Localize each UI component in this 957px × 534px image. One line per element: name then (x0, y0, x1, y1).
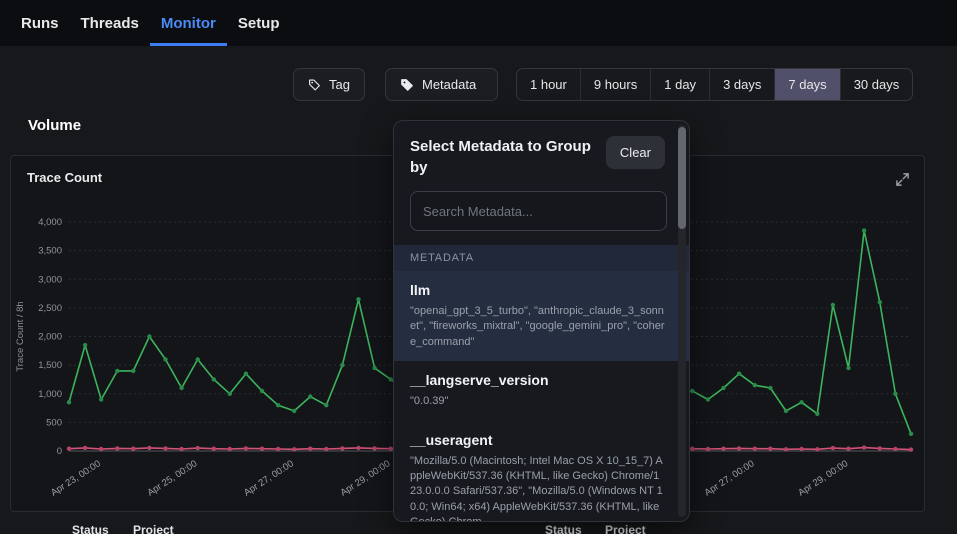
svg-text:500: 500 (46, 417, 62, 428)
breakdown-header-status: Status (72, 523, 109, 534)
svg-text:1,500: 1,500 (38, 360, 62, 371)
metadata-button-label: Metadata (422, 77, 476, 92)
range-1-day[interactable]: 1 day (650, 69, 709, 100)
metadata-option-llm[interactable]: llm "openai_gpt_3_5_turbo", "anthropic_c… (394, 271, 689, 361)
range-1-hour[interactable]: 1 hour (517, 69, 580, 100)
metadata-section-label: METADATA (394, 245, 689, 271)
svg-text:Apr 23, 00:00: Apr 23, 00:00 (49, 458, 103, 498)
svg-text:4,000: 4,000 (38, 217, 62, 228)
metadata-filter-button[interactable]: Metadata (385, 68, 498, 101)
monitor-page: Runs Threads Monitor Setup Tag Metadata … (0, 0, 957, 534)
svg-text:3,500: 3,500 (38, 246, 62, 257)
tab-threads[interactable]: Threads (70, 0, 150, 46)
tag-filter-button[interactable]: Tag (293, 68, 365, 101)
popup-title: Select Metadata to Group by (410, 136, 595, 178)
breakdown-header-status: Status (545, 523, 582, 534)
metadata-values: "Mozilla/5.0 (Macintosh; Intel Mac OS X … (410, 454, 665, 522)
metadata-values: "openai_gpt_3_5_turbo", "anthropic_claud… (410, 304, 665, 350)
svg-text:Apr 29, 00:00: Apr 29, 00:00 (338, 458, 392, 498)
svg-text:2,500: 2,500 (38, 303, 62, 314)
tab-monitor[interactable]: Monitor (150, 0, 227, 46)
svg-text:3,000: 3,000 (38, 274, 62, 285)
clear-button[interactable]: Clear (606, 136, 665, 169)
range-9-hours[interactable]: 9 hours (580, 69, 650, 100)
metadata-key: __langserve_version (410, 372, 665, 388)
range-30-days[interactable]: 30 days (840, 69, 913, 100)
metadata-key: llm (410, 282, 665, 298)
range-3-days[interactable]: 3 days (709, 69, 774, 100)
svg-text:Apr 27, 00:00: Apr 27, 00:00 (703, 458, 757, 498)
svg-text:1,000: 1,000 (38, 389, 62, 400)
tag-button-label: Tag (329, 77, 350, 92)
popup-scrollbar[interactable] (678, 125, 686, 517)
search-metadata-input[interactable] (410, 191, 667, 231)
breakdown-header-project: Project (133, 523, 174, 534)
svg-text:Apr 27, 00:00: Apr 27, 00:00 (242, 458, 296, 498)
expand-icon[interactable] (895, 172, 910, 187)
metadata-values: "0.0.39" (410, 394, 665, 409)
metadata-option-useragent[interactable]: __useragent "Mozilla/5.0 (Macintosh; Int… (394, 421, 689, 522)
svg-text:Trace Count / 8h: Trace Count / 8h (15, 301, 26, 371)
svg-text:Apr 29, 00:00: Apr 29, 00:00 (796, 458, 850, 498)
section-title: Volume (28, 117, 81, 134)
tag-icon (400, 78, 414, 92)
metadata-key: __useragent (410, 432, 665, 448)
svg-text:0: 0 (57, 446, 62, 457)
range-7-days[interactable]: 7 days (774, 69, 839, 100)
metadata-group-popup: Select Metadata to Group by Clear METADA… (393, 120, 690, 522)
metadata-option-langserve-version[interactable]: __langserve_version "0.0.39" (394, 361, 689, 420)
svg-text:2,000: 2,000 (38, 332, 62, 343)
tab-runs[interactable]: Runs (10, 0, 70, 46)
svg-text:Apr 25, 00:00: Apr 25, 00:00 (145, 458, 199, 498)
time-range-selector: 1 hour 9 hours 1 day 3 days 7 days 30 da… (516, 68, 913, 101)
breakdown-header-project: Project (605, 523, 646, 534)
tab-setup[interactable]: Setup (227, 0, 291, 46)
top-nav: Runs Threads Monitor Setup (0, 0, 957, 46)
popup-scrollbar-thumb[interactable] (678, 127, 686, 229)
tag-icon (308, 78, 321, 92)
